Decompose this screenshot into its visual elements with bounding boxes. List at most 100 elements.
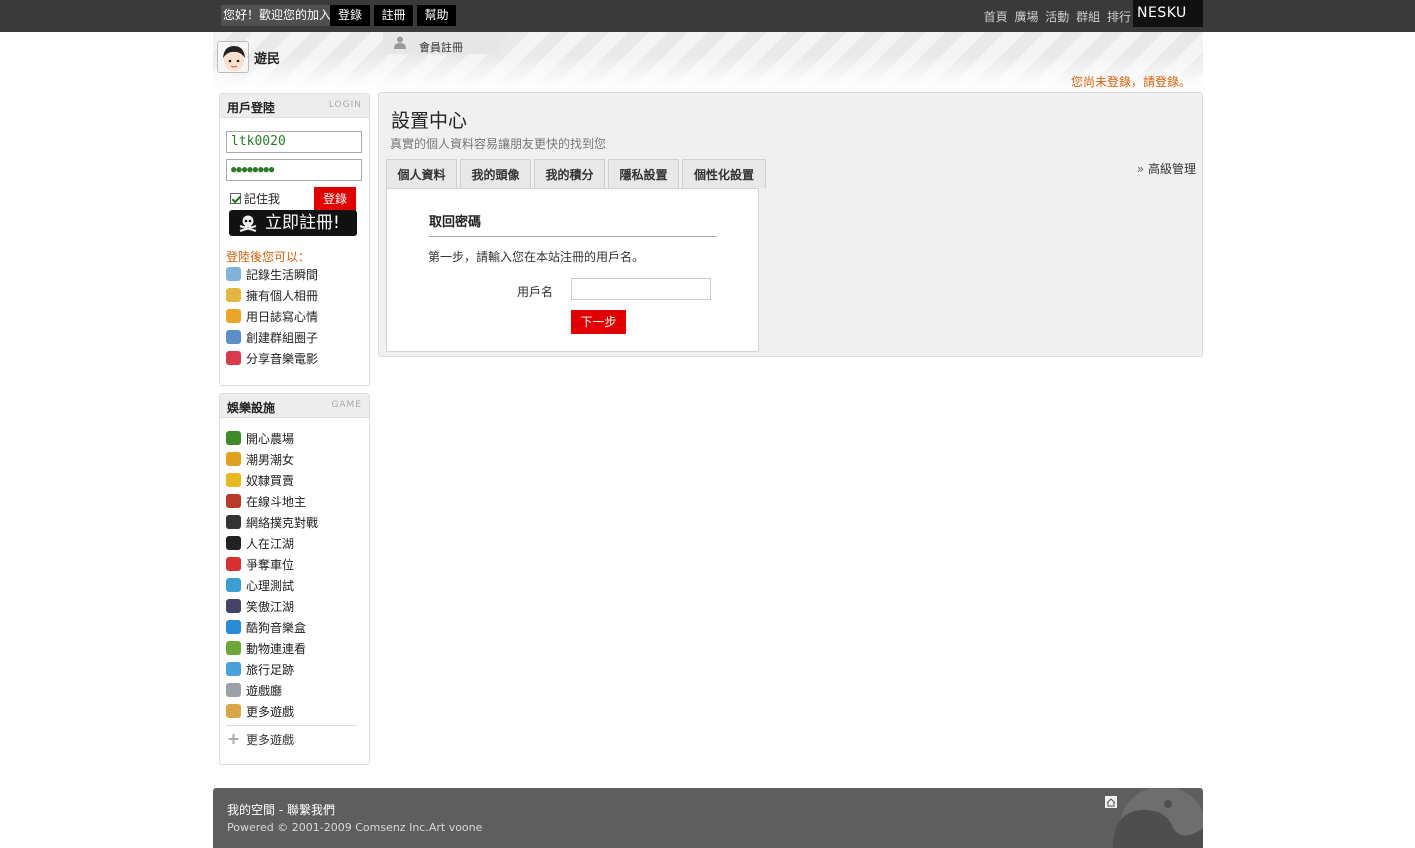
tab-personalization[interactable]: 個性化設置	[682, 159, 766, 188]
top-login-button[interactable]: 登錄	[330, 5, 370, 26]
feature-item: 分享音樂電影	[226, 351, 318, 367]
game-item[interactable]: 更多遊戲	[226, 704, 294, 720]
nav-ranking[interactable]: 排行	[1107, 10, 1131, 24]
game-item[interactable]: 心理測試	[226, 578, 294, 594]
game-item[interactable]: 笑傲江湖	[226, 599, 294, 615]
game-item[interactable]: 爭奪車位	[226, 557, 294, 573]
plus-icon	[228, 734, 239, 744]
recover-password-panel: 取回密碼 第一步，請輸入您在本站注冊的用戶名。 用戶名 下一步	[386, 188, 759, 352]
game-label: 開心農場	[246, 432, 295, 446]
remember-me[interactable]: 記住我	[230, 190, 280, 207]
advanced-management-link[interactable]: » 高級管理	[1137, 160, 1196, 177]
more-games-link[interactable]: 更多遊戲	[226, 732, 294, 748]
game-label: 酷狗音樂盒	[246, 621, 307, 635]
remember-label: 記住我	[244, 192, 281, 206]
password-input[interactable]: ●●●●●●●●	[226, 159, 362, 181]
game-item[interactable]: 人在江湖	[226, 536, 294, 552]
globe-icon	[226, 662, 241, 676]
tab-avatar[interactable]: 我的頭像	[460, 159, 531, 188]
skull-icon	[239, 215, 257, 232]
game-item[interactable]: 動物連連看	[226, 641, 306, 657]
yinyang-decoration-icon	[1105, 788, 1203, 848]
username-input[interactable]: ltk0020	[226, 131, 362, 153]
game-box-title-en: GAME	[331, 400, 362, 410]
top-nav: 首頁 廣場 活動 群組 排行	[981, 8, 1131, 25]
feature-label: 創建群組圈子	[246, 331, 319, 345]
brand-logo[interactable]: NESKU	[1133, 0, 1203, 27]
game-label: 在線斗地主	[246, 495, 307, 509]
user-icon	[394, 36, 406, 49]
footer-links: 我的空間 - 聯繫我們	[227, 801, 335, 818]
game-separator	[226, 725, 356, 726]
remember-checkbox[interactable]	[230, 193, 241, 204]
game-label: 旅行足跡	[246, 663, 295, 677]
register-tab-label[interactable]: 會員註冊	[419, 39, 463, 55]
next-step-button[interactable]: 下一步	[571, 310, 626, 334]
swordsman-icon	[226, 536, 241, 550]
username-label: 用戶名	[517, 285, 554, 299]
top-register-button[interactable]: 註冊	[374, 5, 413, 26]
feature-item: 記錄生活瞬間	[226, 267, 318, 283]
feature-label: 擁有個人相冊	[246, 289, 319, 303]
avatar[interactable]	[217, 41, 249, 73]
page-subtitle: 真實的個人資料容易讓朋友更快的找到您	[390, 137, 607, 151]
login-box-title-en: LOGIN	[328, 100, 362, 110]
feature-label: 分享音樂電影	[246, 352, 319, 366]
game-item[interactable]: 在線斗地主	[226, 494, 306, 510]
login-button[interactable]: 登錄	[314, 187, 356, 212]
advanced-label: 高級管理	[1147, 162, 1196, 176]
recover-username-input[interactable]	[571, 278, 711, 300]
welcome-text: 您好！歡迎您的加入!	[221, 5, 338, 26]
after-login-label: 登陸後您可以：	[226, 250, 311, 264]
music-icon	[226, 620, 241, 634]
recover-password-title: 取回密碼	[429, 215, 482, 230]
footer-myspace-link[interactable]: 我的空間	[227, 803, 275, 817]
top-bar: 您好！歡迎您的加入! 登錄 註冊 幫助 首頁 廣場 活動 群組 排行 NESKU	[0, 0, 1415, 32]
feature-item: 擁有個人相冊	[226, 288, 318, 304]
animal-icon	[226, 641, 241, 655]
gamepad-icon	[226, 683, 241, 697]
game-item[interactable]: 酷狗音樂盒	[226, 620, 306, 636]
header: 遊民 會員註冊 您尚未登錄，請登錄。	[213, 32, 1203, 90]
powered-by: Powered © 2001-2009 Comsenz Inc.Art voon…	[227, 821, 483, 834]
divider	[429, 236, 717, 237]
game-item[interactable]: 潮男潮女	[226, 452, 294, 468]
game-label: 網絡撲克對戰	[246, 516, 319, 530]
game-item[interactable]: 奴隸買賣	[226, 473, 294, 489]
login-box-header: 用戶登陸 LOGIN	[220, 94, 369, 118]
double-chevron-icon: »	[1136, 162, 1145, 176]
nav-events[interactable]: 活動	[1045, 10, 1069, 24]
couple-icon	[226, 452, 241, 466]
game-item[interactable]: 旅行足跡	[226, 662, 294, 678]
game-label: 動物連連看	[246, 642, 307, 656]
speech-bubble-icon	[226, 267, 241, 281]
register-now-button[interactable]: 立即註冊!	[229, 210, 357, 236]
nav-plaza[interactable]: 廣場	[1014, 10, 1038, 24]
game-box-header: 娛樂設施 GAME	[220, 394, 369, 418]
page-title: 設置中心	[391, 110, 468, 132]
feature-item: 用日誌寫心情	[226, 309, 318, 325]
step-instruction: 第一步，請輸入您在本站注冊的用戶名。	[428, 250, 645, 264]
login-box: 用戶登陸 LOGIN ltk0020 ●●●●●●●● 記住我 登錄 立即註冊!…	[219, 93, 370, 386]
heart-icon	[226, 351, 241, 365]
nav-home[interactable]: 首頁	[984, 10, 1008, 24]
settings-center: 設置中心 真實的個人資料容易讓朋友更快的找到您 » 高級管理 個人資料 我的頭像…	[378, 92, 1203, 357]
tab-points[interactable]: 我的積分	[534, 159, 605, 188]
feature-item: 創建群組圈子	[226, 330, 318, 346]
game-box: 娛樂設施 GAME 開心農場潮男潮女奴隸買賣在線斗地主網絡撲克對戰人在江湖爭奪車…	[219, 393, 370, 765]
game-item[interactable]: 遊戲廳	[226, 683, 282, 699]
header-fade	[213, 32, 1203, 90]
user-avatar-icon	[218, 42, 248, 72]
register-now-label: 立即註冊!	[265, 213, 340, 233]
tab-profile[interactable]: 個人資料	[386, 159, 457, 188]
feature-label: 用日誌寫心情	[246, 310, 319, 324]
footer-contact-link[interactable]: 聯繫我們	[287, 803, 335, 817]
game-item[interactable]: 開心農場	[226, 431, 294, 447]
game-item[interactable]: 網絡撲克對戰	[226, 515, 318, 531]
tab-privacy[interactable]: 隱私設置	[608, 159, 679, 188]
footer: 我的空間 - 聯繫我們 Powered © 2001-2009 Comsenz …	[213, 788, 1203, 848]
top-help-button[interactable]: 幫助	[417, 5, 456, 26]
parking-icon	[226, 557, 241, 571]
more-games-label: 更多遊戲	[246, 733, 295, 747]
nav-groups[interactable]: 群組	[1076, 10, 1100, 24]
